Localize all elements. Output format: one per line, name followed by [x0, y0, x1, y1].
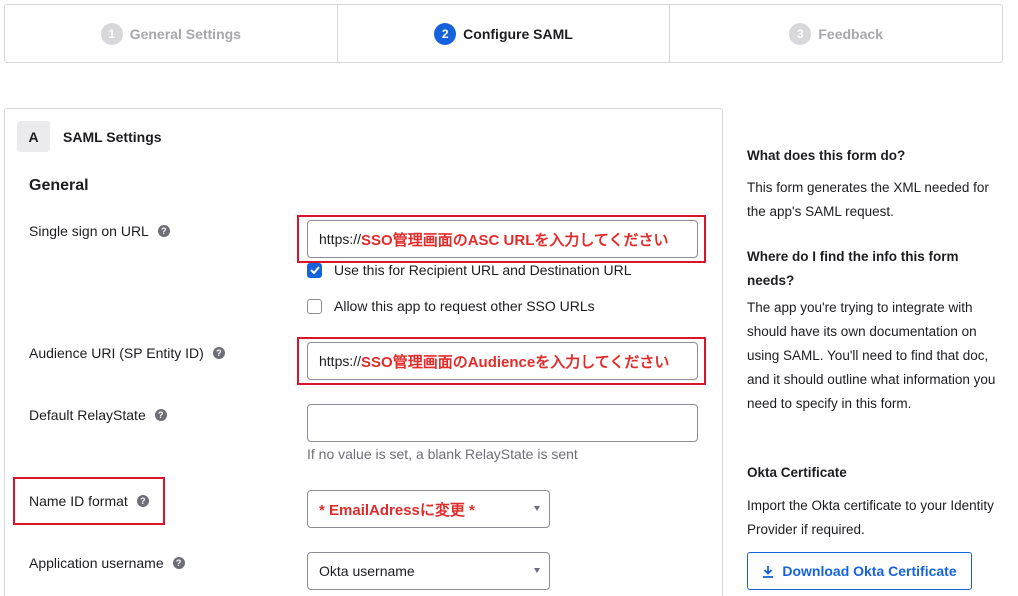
sidebar-text-info: The app you're trying to integrate with …	[747, 300, 996, 411]
other-sso-checkbox-label: Allow this app to request other SSO URLs	[334, 298, 595, 314]
sso-url-label-text: Single sign on URL	[29, 223, 149, 239]
step-label: General Settings	[129, 25, 241, 42]
relaystate-label-text: Default RelayState	[29, 407, 146, 423]
step-number: 2	[434, 22, 457, 45]
step-general-settings[interactable]: 1 General Settings	[5, 5, 338, 62]
sidebar-heading-info: Where do I find the info this form needs…	[747, 249, 959, 288]
sidebar-text-cert: Import the Okta certificate to your Iden…	[747, 498, 994, 537]
recipient-checkbox[interactable]	[307, 262, 322, 278]
step-configure-saml[interactable]: 2 Configure SAML	[338, 5, 671, 62]
audience-prefix: https://	[319, 353, 362, 369]
download-certificate-button[interactable]: Download Okta Certificate	[747, 552, 972, 590]
step-label: Feedback	[818, 25, 883, 42]
step-feedback[interactable]: 3 Feedback	[670, 5, 1002, 62]
name-id-value: * EmailAdressに変更 *	[319, 501, 475, 519]
help-icon[interactable]: ?	[172, 557, 185, 569]
section-title-general: General	[29, 177, 89, 194]
relaystate-input[interactable]	[307, 404, 698, 442]
caret-down-icon	[534, 506, 540, 511]
step-label: Configure SAML	[463, 25, 573, 42]
audience-label: Audience URI (SP Entity ID) ?	[29, 345, 225, 361]
help-icon[interactable]: ?	[212, 347, 225, 359]
other-sso-checkbox-row[interactable]: Allow this app to request other SSO URLs	[307, 298, 595, 314]
step-number: 3	[789, 22, 812, 45]
app-username-value: Okta username	[319, 563, 415, 579]
name-id-label: Name ID format ?	[29, 493, 149, 509]
panel-title: SAML Settings	[63, 128, 162, 145]
recipient-checkbox-label: Use this for Recipient URL and Destinati…	[334, 262, 632, 278]
help-icon[interactable]: ?	[154, 409, 167, 421]
caret-down-icon	[534, 568, 540, 573]
app-username-label-text: Application username	[29, 555, 164, 571]
recipient-checkbox-row[interactable]: Use this for Recipient URL and Destinati…	[307, 262, 632, 278]
help-icon[interactable]: ?	[136, 495, 149, 507]
app-username-label: Application username ?	[29, 555, 185, 571]
check-icon	[309, 266, 320, 274]
help-icon[interactable]: ?	[157, 225, 170, 237]
saml-settings-panel: A SAML Settings General Single sign on U…	[4, 108, 723, 596]
sidebar-heading-cert: Okta Certificate	[747, 465, 847, 480]
sso-url-label: Single sign on URL ?	[29, 223, 170, 239]
name-id-label-text: Name ID format	[29, 493, 128, 509]
audience-input[interactable]: https://SSO管理画面のAudienceを入力してください	[307, 342, 698, 380]
relaystate-hint: If no value is set, a blank RelayState i…	[307, 446, 578, 462]
sso-url-input[interactable]: https://SSO管理画面のASC URLを入力してください	[307, 220, 698, 258]
relaystate-label: Default RelayState ?	[29, 407, 167, 423]
sso-url-annotation: SSO管理画面のASC URLを入力してください	[361, 231, 669, 249]
download-certificate-label: Download Okta Certificate	[782, 563, 957, 579]
sidebar-text-form: This form generates the XML needed for t…	[747, 180, 989, 219]
app-username-select[interactable]: Okta username	[307, 552, 550, 590]
download-icon	[763, 565, 774, 578]
section-badge: A	[17, 121, 50, 152]
audience-annotation: SSO管理画面のAudienceを入力してください	[361, 353, 670, 371]
sidebar-heading-form: What does this form do?	[747, 148, 906, 163]
panel-header: A SAML Settings	[17, 121, 162, 152]
name-id-select[interactable]: * EmailAdressに変更 *	[307, 490, 550, 528]
step-number: 1	[100, 22, 123, 45]
other-sso-checkbox[interactable]	[307, 298, 322, 314]
sso-url-prefix: https://	[319, 231, 362, 247]
wizard-stepper: 1 General Settings 2 Configure SAML 3 Fe…	[4, 4, 1003, 63]
audience-label-text: Audience URI (SP Entity ID)	[29, 345, 204, 361]
